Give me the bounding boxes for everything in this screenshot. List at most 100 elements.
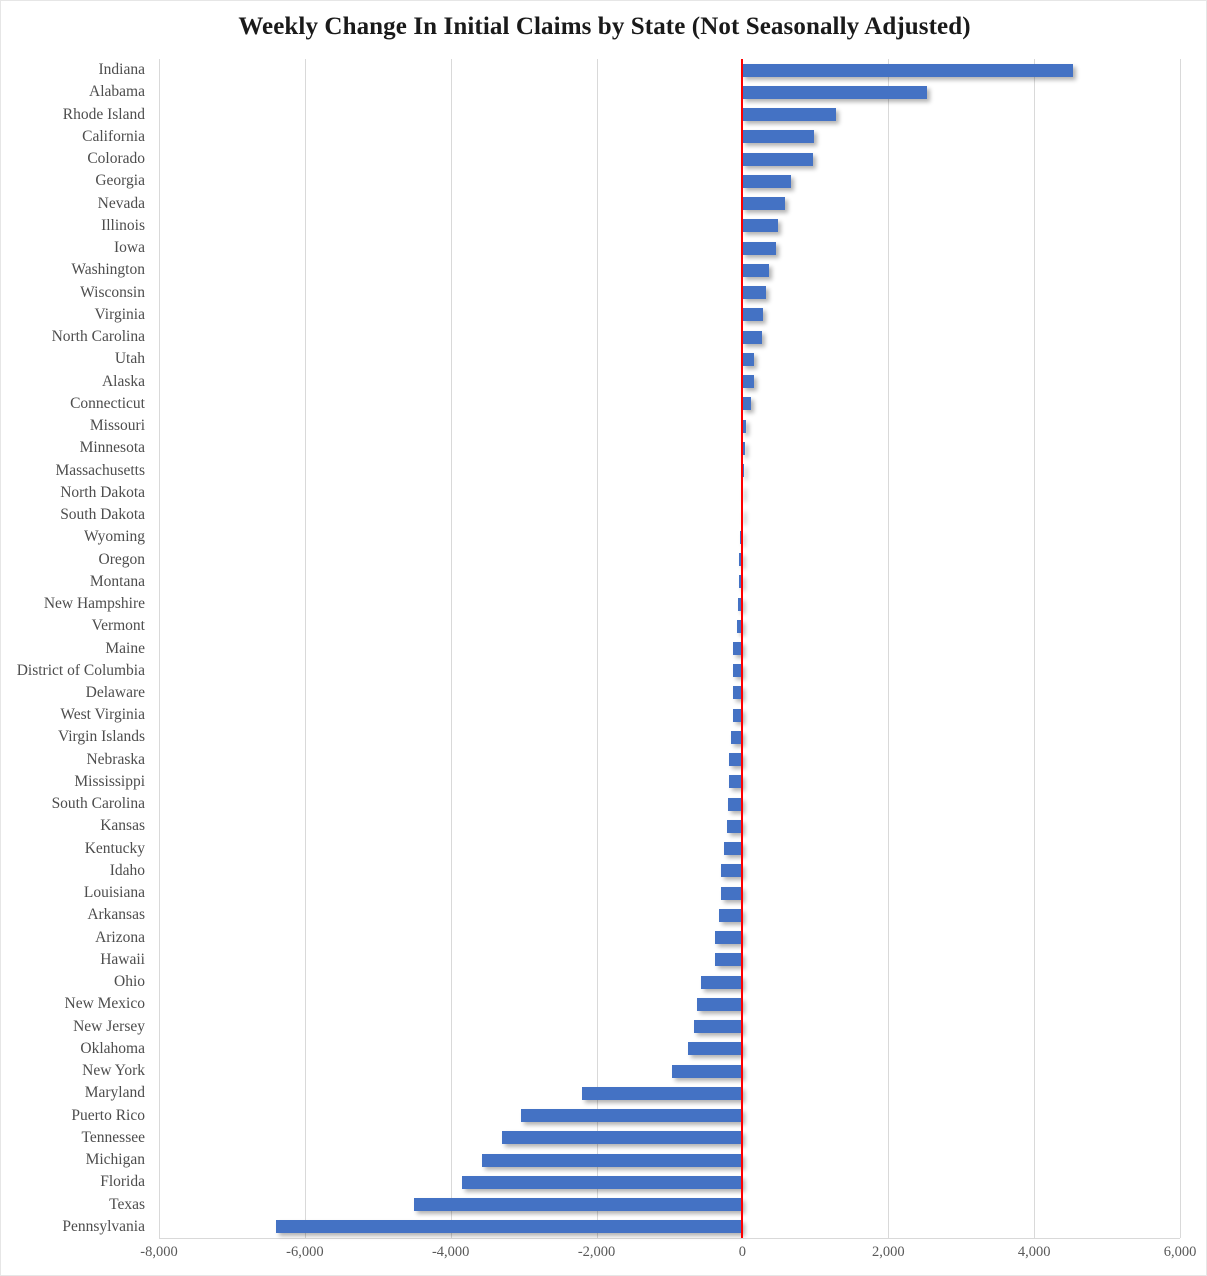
plot-area [159, 59, 1181, 1238]
category-axis-labels: Indiana Alabama Rhode Island California Colo… [1, 59, 151, 1238]
category-label: Arkansas [87, 906, 145, 924]
category-label: California [82, 127, 145, 145]
bar [721, 886, 743, 900]
category-label: Louisiana [83, 884, 145, 902]
bar [414, 1198, 743, 1212]
category-label: Virgin Islands [57, 728, 145, 746]
category-label: Delaware [85, 683, 145, 701]
bar [742, 85, 927, 99]
category-label: Indiana [98, 61, 145, 79]
category-label: Vermont [91, 617, 145, 635]
bar [461, 1175, 743, 1189]
bar [724, 842, 743, 856]
bar [728, 797, 743, 811]
category-label: Ohio [114, 973, 145, 991]
x-tick-label: 2,000 [871, 1244, 905, 1260]
category-label: New Mexico [64, 995, 146, 1013]
category-label: New Hampshire [43, 595, 145, 612]
category-label: Missouri [89, 417, 145, 435]
bar-series [159, 59, 1180, 1238]
category-label: Georgia [95, 172, 145, 190]
x-tick-label: -6,000 [286, 1244, 324, 1260]
category-label: Washington [71, 261, 145, 279]
category-label: North Dakota [60, 483, 145, 501]
category-label: Nebraska [86, 750, 145, 768]
x-axis-tick-labels: -8,000 -6,000 -4,000 -2,000 0 2,000 4,000 6,000 [140, 1244, 1196, 1268]
bar [715, 931, 743, 945]
category-label: West Virginia [60, 706, 145, 724]
category-label: Illinois [101, 216, 145, 234]
bar [742, 397, 751, 411]
bar [721, 864, 743, 878]
x-axis-baseline [159, 1238, 1180, 1239]
bar [742, 263, 769, 277]
x-tick-label: 0 [738, 1244, 747, 1260]
category-label: Idaho [109, 861, 145, 879]
category-label: Alabama [89, 83, 145, 101]
gridline [1180, 59, 1181, 1238]
bar [742, 241, 776, 255]
category-label: Montana [89, 572, 145, 590]
category-label: Wisconsin [80, 283, 145, 301]
bar [742, 352, 754, 366]
category-label: Oklahoma [80, 1039, 145, 1057]
x-tick-label: -2,000 [577, 1244, 616, 1260]
category-label: Rhode Island [62, 105, 145, 123]
category-label: Puerto Rico [71, 1106, 145, 1124]
bar [742, 330, 762, 344]
category-label: South Dakota [60, 506, 145, 524]
bar [742, 130, 815, 144]
category-label: North Carolina [51, 328, 145, 346]
chart-title: Weekly Change In Initial Claims by State… [238, 13, 971, 40]
bar [727, 819, 743, 833]
bar [742, 108, 837, 122]
bar [582, 1086, 743, 1100]
category-label: Minnesota [79, 439, 145, 457]
bar [715, 953, 743, 967]
bar [700, 975, 743, 989]
bar [693, 1020, 743, 1034]
bar [742, 197, 785, 211]
bar [502, 1131, 743, 1145]
bar [742, 152, 814, 166]
chart-container: Weekly Change In Initial Claims by State… [0, 0, 1207, 1276]
x-tick-label: -8,000 [140, 1244, 178, 1260]
bar [742, 375, 754, 389]
category-label: Maryland [84, 1084, 145, 1102]
category-label: South Carolina [51, 795, 145, 813]
x-tick-label: 6,000 [1163, 1244, 1197, 1260]
category-label: Colorado [87, 150, 145, 168]
bar [742, 174, 792, 188]
category-label: Connecticut [70, 394, 145, 412]
category-label: Massachusetts [55, 461, 145, 479]
bar [671, 1064, 743, 1078]
bar [742, 286, 766, 300]
zero-axis-line [741, 59, 744, 1238]
bar [520, 1109, 743, 1123]
category-label: Utah [114, 350, 145, 368]
x-tick-label: 4,000 [1017, 1244, 1051, 1260]
category-label: Mississippi [74, 772, 145, 790]
category-label: Nevada [97, 194, 145, 212]
x-tick-label: -4,000 [431, 1244, 470, 1260]
category-label: Maine [105, 639, 145, 657]
bar [719, 908, 743, 922]
category-label: Michigan [85, 1151, 145, 1169]
category-label: Wyoming [83, 528, 145, 546]
bar [742, 63, 1073, 77]
category-label: Tennessee [81, 1128, 145, 1146]
bar [482, 1153, 743, 1167]
bar [742, 219, 778, 233]
category-label: Oregon [98, 550, 146, 568]
category-label: Hawaii [100, 950, 145, 968]
bar [687, 1042, 743, 1056]
bar [742, 308, 763, 322]
category-label: Virginia [94, 305, 145, 323]
bar [276, 1220, 743, 1234]
category-label: District of Columbia [16, 661, 145, 679]
category-label: Iowa [114, 239, 145, 257]
category-label: New Jersey [73, 1017, 145, 1035]
category-label: Florida [100, 1173, 145, 1191]
category-label: Kentucky [84, 839, 145, 857]
category-label: Alaska [101, 372, 145, 390]
